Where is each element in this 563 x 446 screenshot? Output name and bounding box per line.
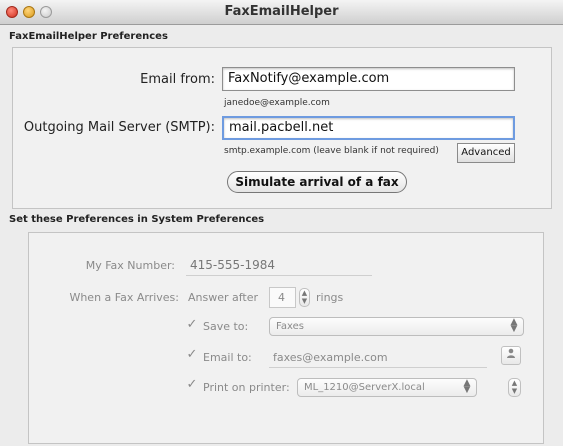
rings-stepper[interactable]: ▲ ▼ [299,288,310,307]
fax-arrives-label: When a Fax Arrives: [69,291,179,304]
app-window: FaxEmailHelper FaxEmailHelper Preference… [0,0,563,446]
answer-after-label: Answer after [188,291,259,304]
email-from-field[interactable]: FaxNotify@example.com [222,67,515,91]
advanced-button[interactable]: Advanced [457,143,515,163]
email-to-underline [269,367,487,368]
save-to-label: Save to: [203,320,249,333]
print-checkbox[interactable]: ✓ [185,378,199,392]
person-icon [507,348,515,358]
print-label: Print on printer: [203,381,290,394]
email-from-hint: janedoe@example.com [224,98,330,108]
smtp-server-field[interactable]: mail.pacbell.net [222,116,515,140]
printer-popup-arrows[interactable]: ▲ ▼ [508,378,521,397]
system-section-title: Set these Preferences in System Preferen… [9,214,265,225]
fax-number-underline [186,275,372,276]
simulate-fax-button[interactable]: Simulate arrival of a fax [227,171,407,193]
save-to-checkbox[interactable]: ✓ [185,318,199,332]
rings-field[interactable]: 4 [269,287,296,308]
smtp-hint: smtp.example.com (leave blank if not req… [224,146,439,156]
save-to-popup[interactable]: Faxes ▲ ▼ [269,317,524,336]
printer-value: ML_1210@ServerX.local [304,382,425,393]
title-bar[interactable]: FaxEmailHelper [0,0,563,25]
popup-arrows-icon: ▲ ▼ [510,317,518,334]
prefs-section-title: FaxEmailHelper Preferences [9,31,168,42]
fax-number-label: My Fax Number: [85,259,175,272]
popup-arrows-icon: ▲ ▼ [463,378,471,395]
printer-popup[interactable]: ML_1210@ServerX.local ▲ ▼ [297,378,477,397]
email-to-checkbox[interactable]: ✓ [185,348,199,362]
address-book-button[interactable] [501,346,521,365]
window-title: FaxEmailHelper [224,4,339,19]
fax-number-value: 415-555-1984 [190,258,276,272]
email-to-label: Email to: [203,351,252,364]
rings-label: rings [316,291,344,304]
save-to-value: Faxes [276,321,304,332]
smtp-label: Outgoing Mail Server (SMTP): [23,120,215,135]
email-to-value[interactable]: faxes@example.com [273,351,388,364]
email-from-label: Email from: [140,72,215,87]
